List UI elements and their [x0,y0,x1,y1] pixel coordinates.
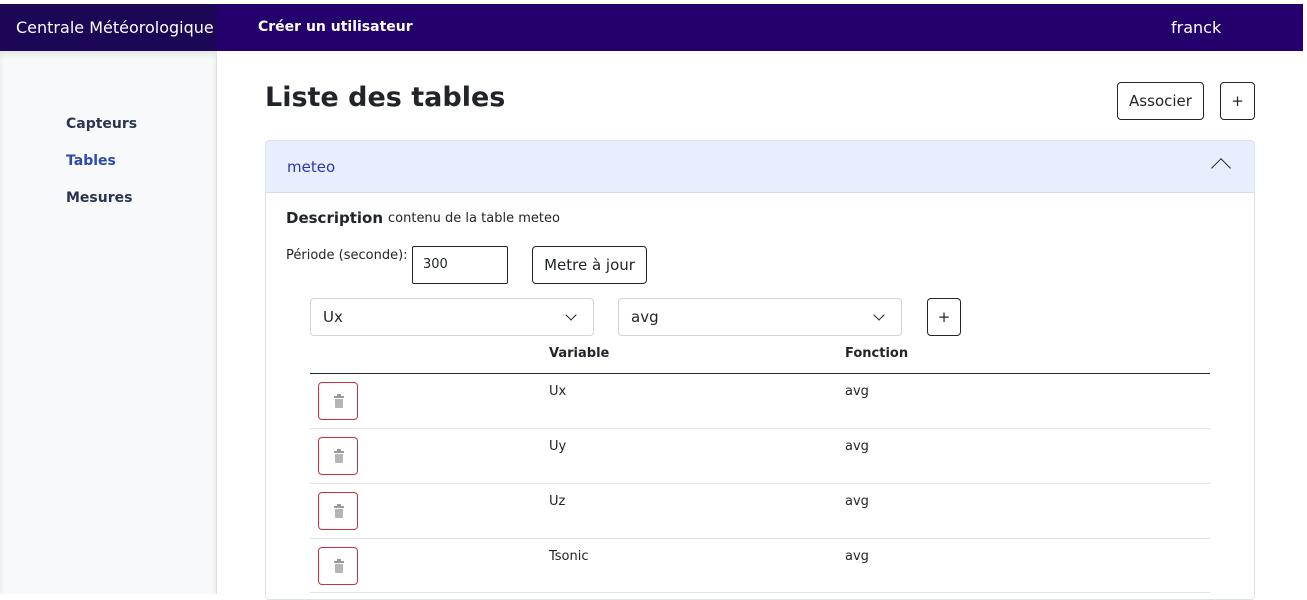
variable-select-value: Ux [323,308,343,326]
period-label: Période (seconde): [286,248,408,263]
variable-select[interactable]: Ux [310,298,594,336]
row-divider [310,592,1210,593]
add-table-button[interactable]: + [1220,82,1255,120]
description-text: contenu de la table meteo [388,211,560,226]
function-select-value: avg [631,308,659,326]
delete-row-button[interactable] [318,492,358,530]
row-function: avg [845,439,869,454]
associate-button[interactable]: Associer [1117,82,1204,120]
delete-row-button[interactable] [318,382,358,420]
row-variable: Uz [549,494,566,509]
row-variable: Ux [549,384,567,399]
trash-icon [334,394,344,408]
sidebar-item-tables[interactable]: Tables [66,153,116,169]
function-select[interactable]: avg [618,298,902,336]
row-variable: Tsonic [549,549,589,564]
trash-icon [334,504,344,518]
page-title: Liste des tables [265,82,506,113]
accordion-header[interactable]: meteo [266,141,1254,193]
column-header-variable: Variable [549,346,610,361]
brand-title[interactable]: Centrale Météorologique [0,4,216,51]
row-divider [310,538,1210,539]
row-function: avg [845,494,869,509]
user-menu[interactable]: franck [1171,4,1221,51]
chevron-down-icon [565,309,577,321]
chevron-up-icon[interactable] [1211,158,1231,178]
row-divider [310,428,1210,429]
row-function: avg [845,384,869,399]
row-function: avg [845,549,869,564]
sidebar-item-mesures[interactable]: Mesures [66,190,132,206]
table-name: meteo [287,158,336,176]
description-label: Description [286,209,384,227]
sidebar: Capteurs Tables Mesures [0,51,217,594]
column-header-function: Fonction [845,346,909,361]
period-input[interactable]: 300 [412,246,508,284]
table-header-divider [310,373,1210,374]
table-card: meteo [265,140,1255,600]
add-variable-button[interactable]: + [927,298,961,336]
row-divider [310,483,1210,484]
trash-icon [334,449,344,463]
update-button[interactable]: Metre à jour [532,246,647,284]
sidebar-item-capteurs[interactable]: Capteurs [66,116,137,132]
delete-row-button[interactable] [318,437,358,475]
create-user-link[interactable]: Créer un utilisateur [258,4,413,51]
top-navbar: Centrale Météorologique Créer un utilisa… [0,4,1303,51]
delete-row-button[interactable] [318,547,358,585]
chevron-down-icon [873,309,885,321]
trash-icon [334,559,344,573]
row-variable: Uy [549,439,567,454]
